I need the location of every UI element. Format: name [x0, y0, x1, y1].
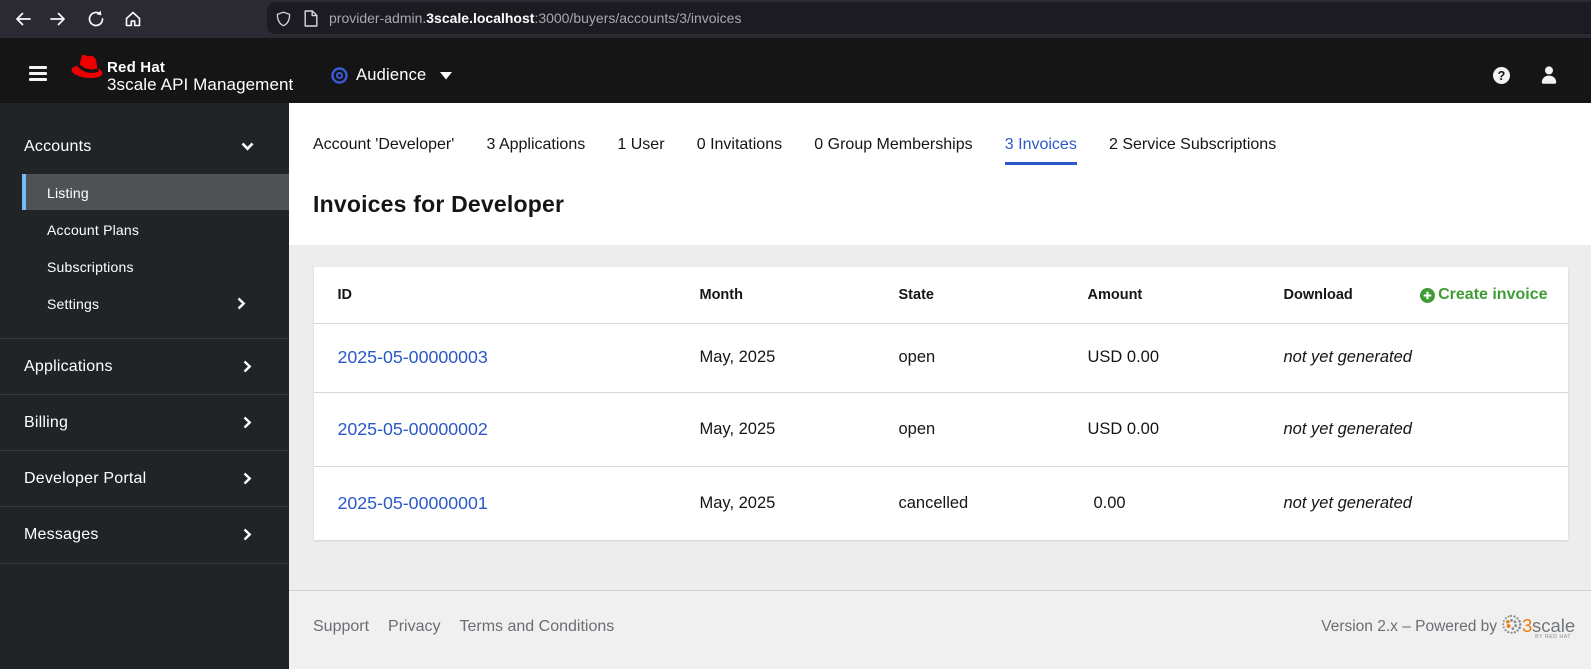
- svg-text:3: 3: [1522, 615, 1532, 636]
- svg-text:BY RED HAT: BY RED HAT: [1535, 634, 1571, 640]
- svg-text:?: ?: [1498, 69, 1506, 83]
- svg-text:scale: scale: [1532, 615, 1575, 636]
